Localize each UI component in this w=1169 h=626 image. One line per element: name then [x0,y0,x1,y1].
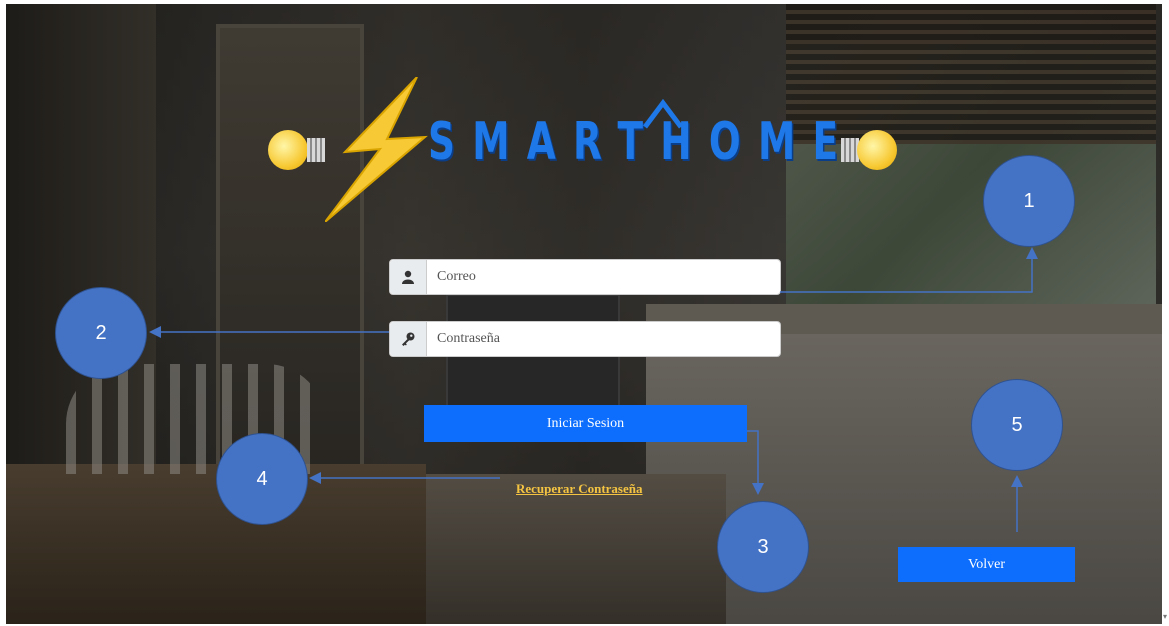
lightbulb-left-icon [268,130,308,170]
annotation-marker-3: 3 [717,501,809,593]
email-input[interactable] [427,261,780,293]
back-button[interactable]: Volver [898,547,1075,582]
logo-wordmark: SMARTHOME [428,112,856,172]
login-button[interactable]: Iniciar Sesion [424,405,747,442]
lightbulb-right-icon [857,130,897,170]
email-field[interactable] [389,259,781,295]
user-icon [390,260,427,294]
scroll-down-icon[interactable]: ▾ [1163,612,1169,622]
key-icon [390,322,427,356]
annotation-marker-2: 2 [55,287,147,379]
recover-password-link[interactable]: Recuperar Contraseña [516,481,643,497]
password-input[interactable] [427,323,780,355]
annotation-marker-5: 5 [971,379,1063,471]
house-roof-icon [643,99,683,129]
annotation-marker-1: 1 [983,155,1075,247]
password-field[interactable] [389,321,781,357]
annotation-marker-4: 4 [216,433,308,525]
lightning-bolt-icon [325,77,428,222]
bulb-base-left-icon [307,138,325,162]
smarthome-logo: SMARTHOME [265,72,905,222]
